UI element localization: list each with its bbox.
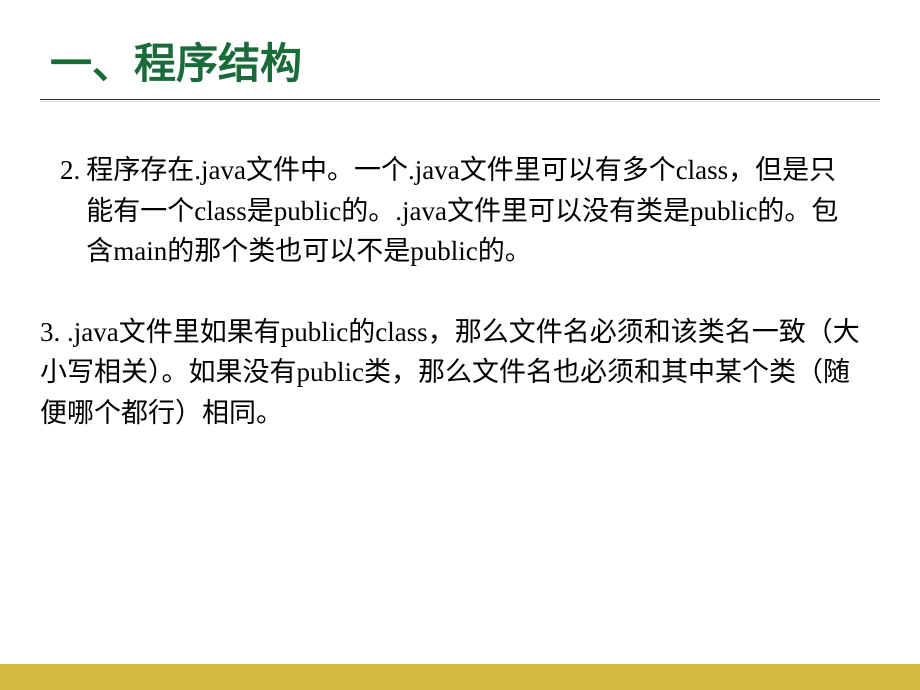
- bottom-accent-bar: [0, 664, 920, 690]
- item-text: 程序存在.java文件中。一个.java文件里可以有多个class，但是只能有一…: [86, 150, 860, 272]
- list-item-3: 3. .java文件里如果有public的class，那么文件名必须和该类名一致…: [40, 312, 860, 434]
- item-number: 2.: [60, 150, 86, 272]
- list-item-2: 2. 程序存在.java文件中。一个.java文件里可以有多个class，但是只…: [60, 150, 860, 272]
- slide-title: 一、程序结构: [40, 30, 880, 91]
- slide-content: 2. 程序存在.java文件中。一个.java文件里可以有多个class，但是只…: [40, 100, 880, 433]
- slide-container: 一、程序结构 2. 程序存在.java文件中。一个.java文件里可以有多个cl…: [0, 0, 920, 690]
